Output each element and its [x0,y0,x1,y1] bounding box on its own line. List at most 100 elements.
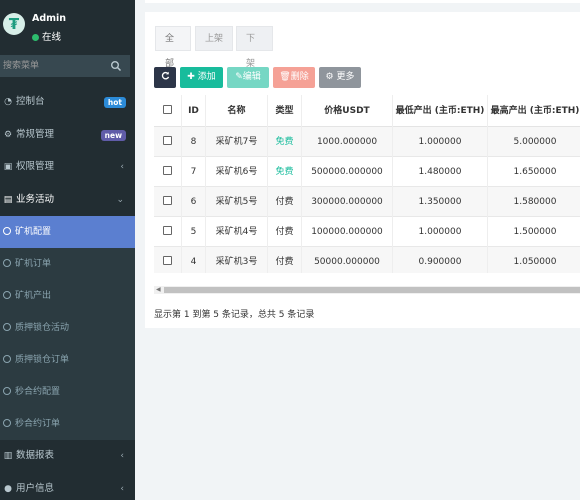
cell-type: 免费 [268,127,302,157]
cell-id: 4 [182,247,206,273]
sidebar-item-staking-orders[interactable]: 质押锁仓订单 [0,344,135,376]
delete-button-label: 删除 [290,72,309,82]
sidebar-item-label: 矿机产出 [15,291,52,301]
report-icon: ▥ [3,451,13,461]
sidebar-item-label: 质押锁仓订单 [15,355,70,365]
sidebar-item-label: 秒合约配置 [15,387,61,397]
user-status-label: 在线 [42,32,62,43]
cell-min-output: 1.000000 [393,127,488,157]
sidebar-item-miner-output[interactable]: 矿机产出 [0,280,135,312]
sidebar-item-miner-config[interactable]: 矿机配置 [0,216,135,248]
row-checkbox[interactable] [163,256,172,265]
edit-button[interactable]: ✎编辑 [227,67,269,88]
pagination-info: 显示第 1 到第 5 条记录，总共 5 条记录 [154,310,315,320]
user-name: Admin [32,13,67,24]
tab-listed[interactable]: 上架 [195,26,233,51]
sidebar-item-reports[interactable]: ▥ 数据报表 ‹ [0,440,135,473]
hot-badge: hot [103,97,126,108]
row-checkbox[interactable] [163,226,172,235]
cell-price: 300000.000000 [302,187,393,217]
miner-table: ID 名称 类型 价格USDT 最低产出 (主币:ETH) 最高产出 (主币:E… [154,95,580,273]
chevron-left-icon: ‹ [120,451,124,461]
cell-price: 50000.000000 [302,247,393,273]
column-header-id[interactable]: ID [182,95,206,127]
column-header-name[interactable]: 名称 [206,95,268,127]
add-button[interactable]: ✚ 添加 [180,67,223,88]
table-row[interactable]: 6 采矿机5号 付费 300000.000000 1.350000 1.5800… [154,187,580,217]
cell-id: 8 [182,127,206,157]
table-row[interactable]: 7 采矿机6号 免费 500000.000000 1.480000 1.6500… [154,157,580,187]
sidebar-menu: ◔ 控制台 hot ⚙ 常规管理 new ▣ 权限管理 ‹ ▤ 业务活动 ⌄ 矿机配置 … [0,86,135,500]
tab-all[interactable]: 全部 [155,26,191,69]
cell-price: 100000.000000 [302,217,393,247]
cell-price: 500000.000000 [302,157,393,187]
list-icon: ▤ [3,194,13,205]
sidebar-item-staking-activity[interactable]: 质押锁仓活动 [0,312,135,344]
column-header-min-output[interactable]: 最低产出 (主币:ETH) [393,95,488,127]
sidebar-item-second-contract-config[interactable]: 秒合约配置 [0,376,135,408]
sidebar-item-permissions[interactable]: ▣ 权限管理 ‹ [0,151,135,184]
circle-icon [3,259,11,267]
table-row[interactable]: 5 采矿机4号 付费 100000.000000 1.000000 1.5000… [154,217,580,247]
top-strip [145,0,580,3]
chevron-down-icon: ⌄ [116,194,124,205]
circle-icon [3,291,11,299]
row-select-cell [154,247,182,273]
tab-unlisted[interactable]: 下架 [236,26,273,69]
circle-icon [3,387,11,395]
cell-id: 7 [182,157,206,187]
column-header-max-output[interactable]: 最高产出 (主币:ETH) [488,95,580,127]
sidebar: ₮ Admin 在线 ◔ 控制台 hot ⚙常规管理 new ▣权限管理 ‹ ▤业… [0,0,135,500]
column-header-price[interactable]: 价格USDT [302,95,393,127]
row-select-cell [154,157,182,187]
chevron-left-icon: ‹ [120,162,124,172]
cell-max-output: 1.650000 [488,157,580,187]
sidebar-item-miner-orders[interactable]: 矿机订单 [0,248,135,280]
cell-name: 采矿机3号 [206,247,268,273]
row-checkbox[interactable] [163,166,172,175]
row-checkbox[interactable] [163,136,172,145]
row-select-cell [154,217,182,247]
select-all-checkbox[interactable] [163,105,172,114]
search-icon[interactable] [110,60,122,72]
scrollbar-thumb[interactable] [164,287,580,293]
table-row[interactable]: 8 采矿机7号 免费 1000.000000 1.000000 5.000000 [154,127,580,157]
more-button[interactable]: ⚙ 更多 [319,67,361,88]
select-all-cell [154,95,182,127]
sidebar-item-label: 用户信息 [16,482,55,494]
cell-name: 采矿机6号 [206,157,268,187]
delete-button[interactable]: 🗑删除 [273,67,315,88]
trash-icon: 🗑 [279,72,291,82]
online-dot-icon [32,33,39,41]
column-header-type[interactable]: 类型 [268,95,302,127]
new-badge: new [100,129,126,141]
sidebar-item-second-contract-orders[interactable]: 秒合约订单 [0,408,135,440]
sidebar-item-label: 矿机订单 [15,259,52,269]
sidebar-item-label: 数据报表 [16,450,55,461]
sidebar-item-label: 矿机配置 [15,227,52,237]
row-select-cell [154,187,182,217]
scroll-left-icon[interactable]: ◀ [156,286,161,294]
sidebar-item-dashboard[interactable]: ◔ 控制台 hot [0,86,135,119]
sidebar-item-business[interactable]: ▤ 业务活动 ⌄ [0,184,135,217]
add-button-label: 添加 [197,72,216,82]
cell-type: 付费 [268,187,302,217]
cell-type: 付费 [268,247,302,273]
refresh-button[interactable] [154,67,176,88]
row-checkbox[interactable] [163,196,172,205]
menu-search-input[interactable] [0,55,105,77]
sidebar-item-users[interactable]: ● 用户信息 ‹ [0,473,135,500]
cell-max-output: 5.000000 [488,127,580,157]
cell-price: 1000.000000 [302,127,393,157]
edit-button-label: 编辑 [242,72,261,82]
cell-name: 采矿机4号 [206,217,268,247]
sidebar-item-general[interactable]: ⚙ 常规管理 new [0,119,135,152]
horizontal-scrollbar[interactable]: ◀ [154,286,580,294]
menu-search [0,55,130,77]
cell-max-output: 1.580000 [488,187,580,217]
sidebar-item-label: 控制台 [16,96,45,107]
circle-icon [3,419,11,427]
user-icon: ● [4,483,12,494]
submenu-business: 矿机配置 矿机订单 矿机产出 质押锁仓活动 质押锁仓订单 秒合约配置 秒合约订单 [0,216,135,440]
table-row[interactable]: 4 采矿机3号 付费 50000.000000 0.900000 1.05000… [154,247,580,273]
